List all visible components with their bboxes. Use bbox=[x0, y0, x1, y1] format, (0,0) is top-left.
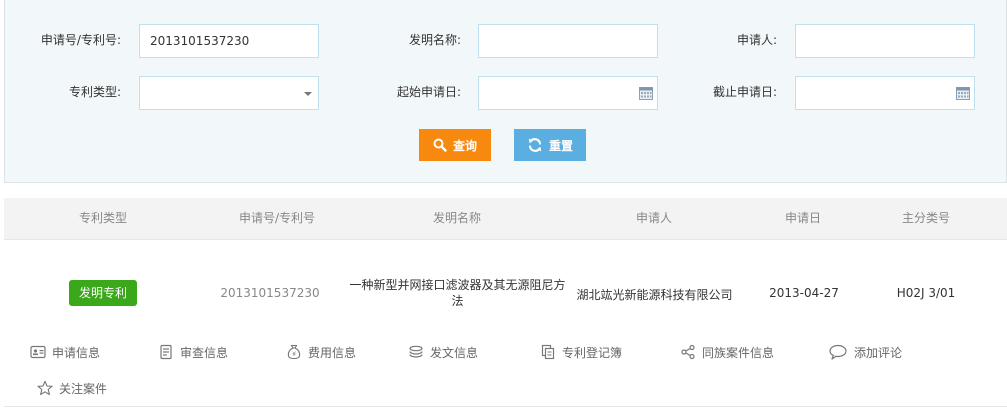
action-patent-register[interactable]: 专利登记簿 bbox=[540, 342, 622, 362]
comment-icon bbox=[829, 344, 847, 360]
action-label: 申请信息 bbox=[52, 345, 101, 360]
action-label: 关注案件 bbox=[59, 381, 108, 396]
action-label: 专利登记簿 bbox=[562, 345, 623, 360]
refresh-icon bbox=[528, 138, 542, 152]
copy-icon bbox=[541, 344, 555, 360]
row-applicant: 湖北竑光新能源科技有限公司 bbox=[576, 288, 733, 302]
end-date-label: 截止申请日: bbox=[712, 85, 777, 99]
start-date-input[interactable] bbox=[478, 76, 658, 110]
start-date-label: 起始申请日: bbox=[396, 85, 461, 99]
action-label: 费用信息 bbox=[308, 345, 357, 360]
id-card-icon bbox=[30, 345, 46, 359]
query-button[interactable]: 查询 bbox=[419, 129, 491, 161]
star-icon bbox=[37, 380, 53, 396]
applicant-input[interactable] bbox=[795, 24, 975, 58]
action-add-comment[interactable]: 添加评论 bbox=[828, 342, 902, 362]
patent-type-select[interactable] bbox=[139, 76, 319, 110]
reset-button[interactable]: 重置 bbox=[514, 129, 586, 161]
calendar-icon[interactable] bbox=[639, 87, 653, 100]
action-review-info[interactable]: 审查信息 bbox=[158, 342, 228, 362]
stack-icon bbox=[409, 345, 423, 358]
results-table-header: 专利类型 申请号/专利号 发明名称 申请人 申请日 主分类号 bbox=[4, 198, 1007, 240]
row-ipc: H02J 3/01 bbox=[896, 286, 956, 300]
action-label: 发文信息 bbox=[430, 345, 479, 360]
action-label: 审查信息 bbox=[180, 345, 229, 360]
query-button-label: 查询 bbox=[452, 138, 477, 153]
action-application-info[interactable]: 申请信息 bbox=[30, 342, 100, 362]
row-app-no[interactable]: 2013101537230 bbox=[210, 286, 330, 300]
header-patent-type: 专利类型 bbox=[78, 211, 127, 225]
row-title[interactable]: 一种新型并网接口滤波器及其无源阻尼方法 bbox=[345, 277, 570, 309]
header-invention-name: 发明名称 bbox=[432, 211, 481, 225]
header-ipc: 主分类号 bbox=[901, 211, 950, 225]
svg-text:¥: ¥ bbox=[292, 351, 296, 358]
row-app-date: 2013-04-27 bbox=[769, 286, 839, 300]
reset-button-label: 重置 bbox=[548, 138, 573, 153]
money-bag-icon: ¥ bbox=[287, 344, 301, 360]
search-icon bbox=[433, 138, 447, 152]
end-date-input[interactable] bbox=[795, 76, 975, 110]
divider bbox=[4, 406, 1007, 407]
chevron-down-icon bbox=[304, 92, 312, 96]
share-icon bbox=[681, 344, 695, 360]
header-app-date: 申请日 bbox=[784, 211, 821, 225]
app-no-input[interactable] bbox=[139, 24, 319, 58]
document-icon bbox=[160, 344, 172, 360]
action-follow-case[interactable]: 关注案件 bbox=[37, 378, 107, 398]
header-applicant: 申请人 bbox=[635, 211, 672, 225]
action-dispatch-info[interactable]: 发文信息 bbox=[408, 342, 478, 362]
calendar-icon[interactable] bbox=[956, 87, 970, 100]
search-panel: 申请号/专利号: 发明名称: 申请人: 专利类型: 起始申请日: 截止申请日: bbox=[4, 0, 1007, 183]
patent-type-label: 专利类型: bbox=[68, 85, 121, 99]
action-label: 添加评论 bbox=[854, 345, 903, 360]
action-family-cases[interactable]: 同族案件信息 bbox=[680, 342, 774, 362]
action-label: 同族案件信息 bbox=[702, 345, 775, 360]
applicant-label: 申请人: bbox=[736, 33, 777, 47]
action-fee-info[interactable]: ¥ 费用信息 bbox=[286, 342, 356, 362]
invention-name-input[interactable] bbox=[478, 24, 658, 58]
patent-type-badge: 发明专利 bbox=[69, 280, 137, 306]
header-app-no: 申请号/专利号 bbox=[238, 211, 316, 225]
invention-name-label: 发明名称: bbox=[408, 33, 461, 47]
app-no-label: 申请号/专利号: bbox=[40, 33, 121, 47]
